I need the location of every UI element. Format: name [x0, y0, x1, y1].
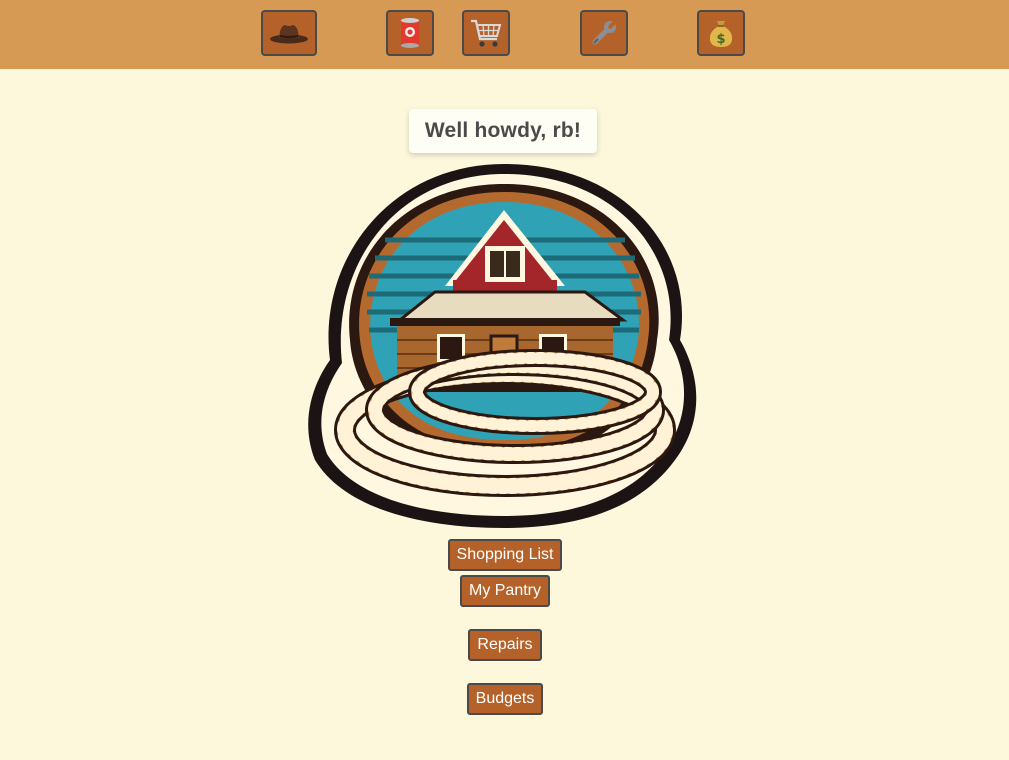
- repairs-button[interactable]: Repairs: [468, 629, 542, 661]
- shopping-cart-icon: [469, 17, 503, 49]
- my-pantry-button[interactable]: My Pantry: [460, 575, 550, 607]
- money-bag-icon: $: [707, 17, 735, 49]
- greeting-banner: Well howdy, rb!: [409, 109, 597, 153]
- pantry-nav-button[interactable]: [386, 10, 434, 56]
- svg-text:$: $: [716, 32, 725, 47]
- tin-can-icon: [398, 17, 422, 49]
- budgets-button[interactable]: Budgets: [467, 683, 543, 715]
- home-nav-button[interactable]: [261, 10, 317, 56]
- top-nav-bar: $: [0, 0, 1009, 69]
- budgets-nav-button[interactable]: $: [697, 10, 745, 56]
- cowboy-hat-icon: [268, 20, 310, 46]
- repairs-nav-button[interactable]: [580, 10, 628, 56]
- shopping-nav-button[interactable]: [462, 10, 510, 56]
- ranch-house-lasso-logo: [305, 160, 703, 532]
- shopping-list-button[interactable]: Shopping List: [448, 539, 562, 571]
- wrench-icon: [589, 18, 619, 48]
